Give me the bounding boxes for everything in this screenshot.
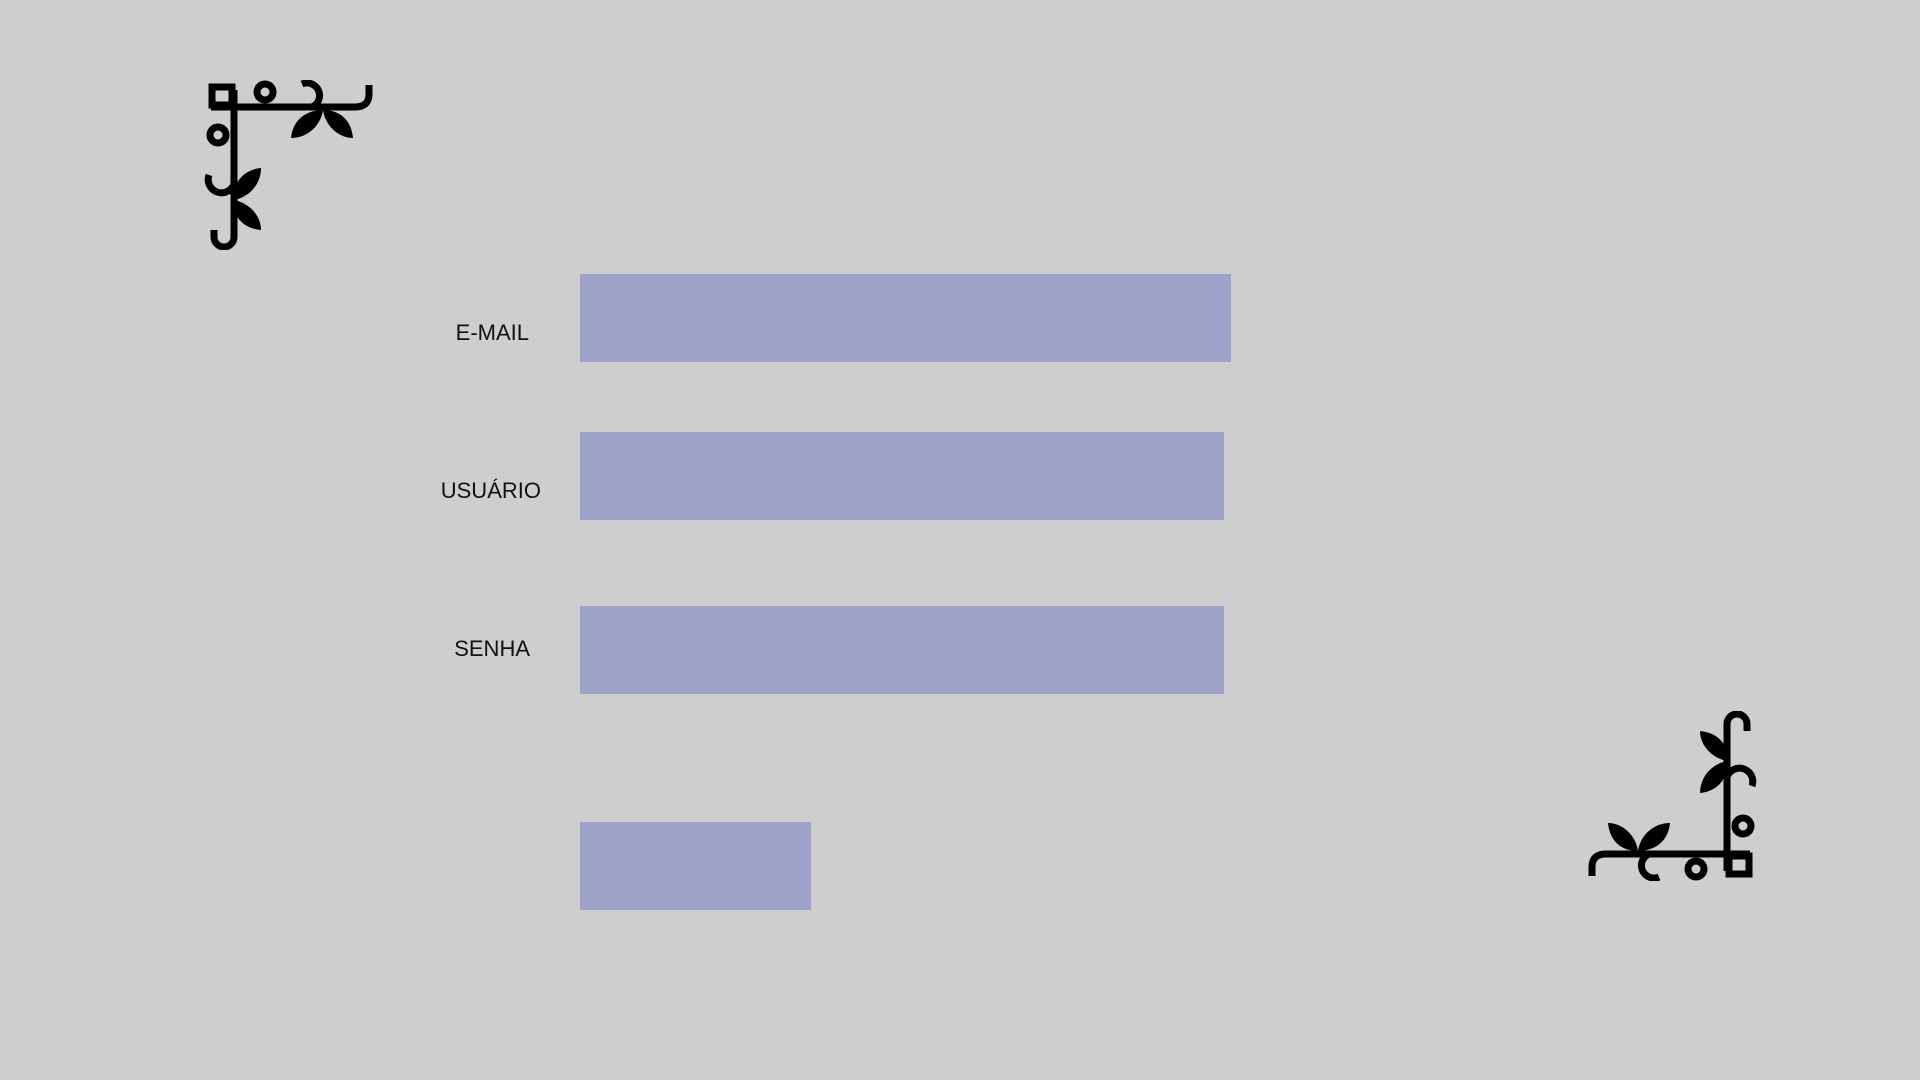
corner-flourish-icon bbox=[203, 80, 373, 250]
password-field[interactable] bbox=[580, 606, 1224, 694]
submit-button[interactable] bbox=[580, 822, 811, 910]
email-field[interactable] bbox=[580, 274, 1231, 362]
email-label: E-MAIL bbox=[455, 320, 529, 345]
username-field[interactable] bbox=[580, 432, 1224, 520]
username-label: USUÁRIO bbox=[440, 478, 541, 503]
password-label: SENHA bbox=[454, 636, 530, 661]
corner-flourish-icon bbox=[1588, 711, 1758, 881]
